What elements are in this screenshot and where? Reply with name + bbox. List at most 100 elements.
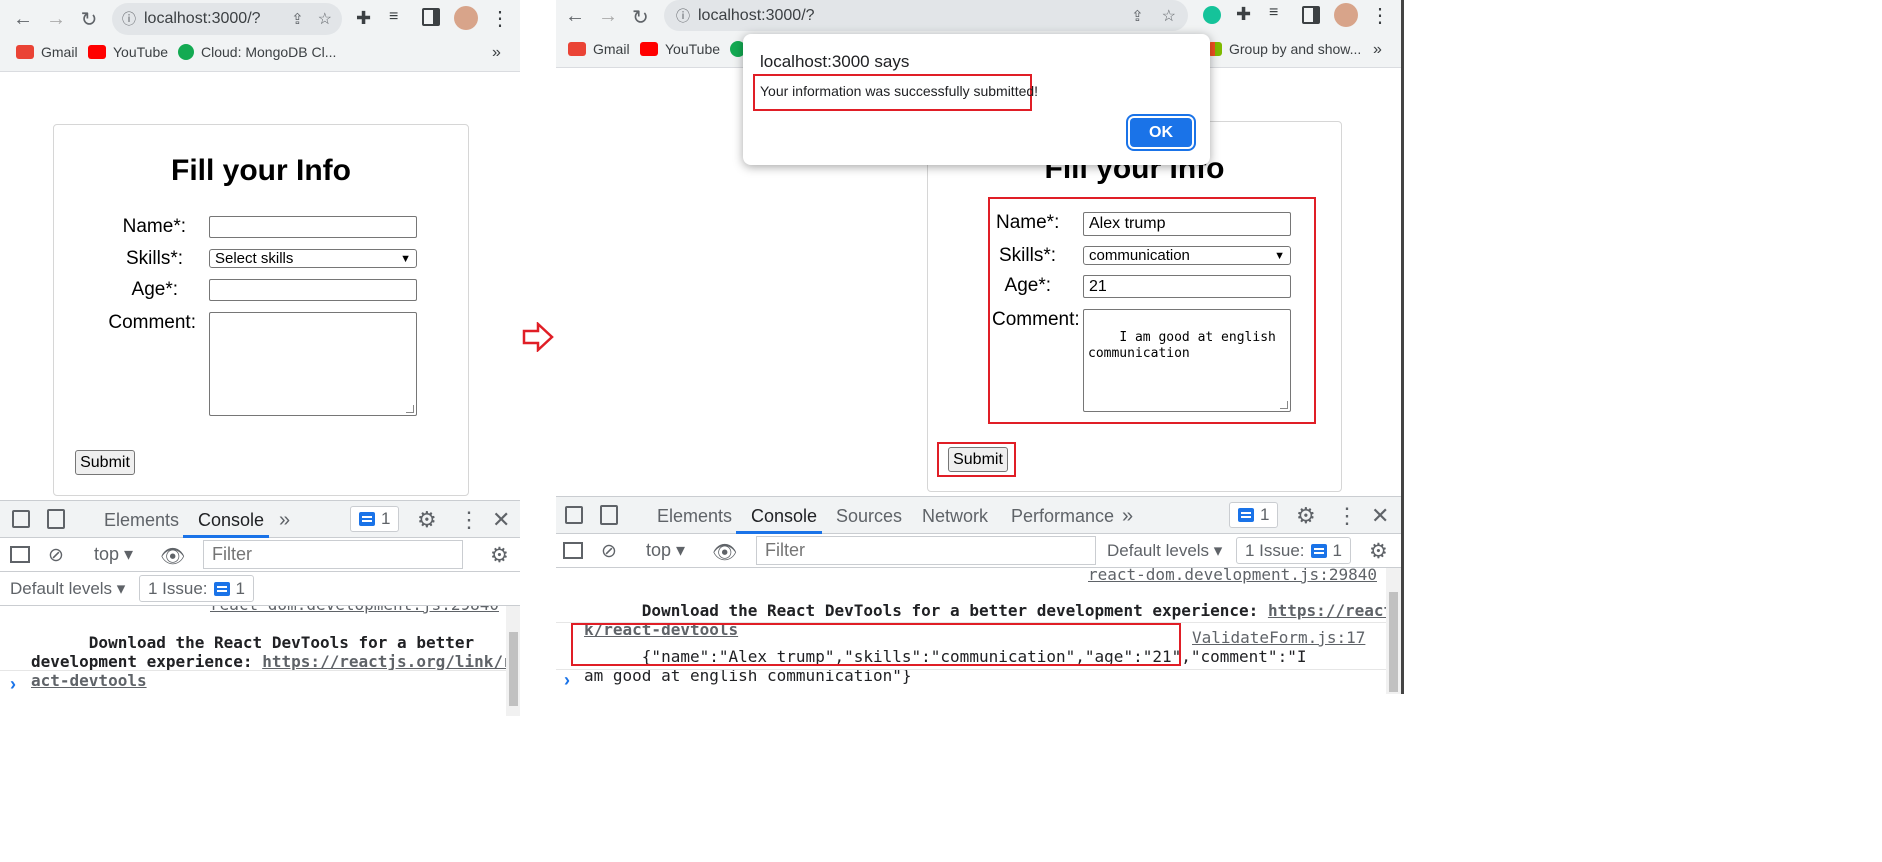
console-toolbar-2: Default levels ▾ 1 Issue: 1 bbox=[0, 572, 520, 606]
console-settings-icon[interactable]: ⚙ bbox=[1369, 539, 1388, 564]
avatar[interactable] bbox=[1334, 3, 1358, 27]
star-icon[interactable]: ☆ bbox=[1162, 6, 1176, 26]
context-selector[interactable]: top ▾ bbox=[94, 544, 133, 565]
inspect-icon[interactable] bbox=[12, 510, 30, 528]
console-output: react-dom.development.js:29840 Download … bbox=[556, 568, 1401, 694]
chevron-down-icon: ▼ bbox=[1274, 249, 1285, 262]
menu-icon[interactable]: ⋮ bbox=[490, 6, 510, 31]
tab-elements[interactable]: Elements bbox=[104, 510, 179, 531]
sidebar-toggle-icon[interactable] bbox=[563, 542, 583, 559]
grammarly-icon[interactable] bbox=[1203, 6, 1221, 24]
name-input[interactable] bbox=[209, 216, 417, 238]
avatar[interactable] bbox=[454, 6, 478, 30]
bookmark-gmail[interactable]: Gmail bbox=[16, 44, 78, 60]
age-input[interactable]: 21 bbox=[1083, 275, 1291, 298]
device-toolbar-icon[interactable] bbox=[47, 509, 65, 529]
clear-console-icon[interactable]: ⊘ bbox=[48, 544, 64, 567]
tab-sources[interactable]: Sources bbox=[836, 506, 902, 527]
kebab-menu-icon[interactable]: ⋮ bbox=[1336, 503, 1358, 529]
issues-badge[interactable]: 1 Issue: 1 bbox=[1236, 537, 1352, 564]
settings-gear-icon[interactable]: ⚙ bbox=[417, 507, 437, 533]
tab-network[interactable]: Network bbox=[922, 506, 988, 527]
default-levels-dropdown[interactable]: Default levels ▾ bbox=[1107, 541, 1222, 561]
forward-icon[interactable]: → bbox=[598, 5, 618, 28]
menu-icon[interactable]: ⋮ bbox=[1370, 3, 1390, 28]
age-input[interactable] bbox=[209, 279, 417, 301]
tab-console[interactable]: Console bbox=[198, 510, 264, 531]
alert-dialog: localhost:3000 says Your information was… bbox=[743, 34, 1210, 165]
more-tabs-icon[interactable]: » bbox=[279, 509, 290, 532]
name-label: Name*: bbox=[996, 212, 1060, 233]
submit-button[interactable]: Submit bbox=[75, 450, 135, 475]
dialog-title: localhost:3000 says bbox=[760, 52, 910, 71]
eye-icon[interactable]: 👁 bbox=[160, 544, 185, 569]
sidepanel-icon[interactable] bbox=[422, 8, 440, 26]
star-icon[interactable]: ☆ bbox=[318, 9, 332, 29]
tab-elements[interactable]: Elements bbox=[657, 506, 732, 527]
default-levels-dropdown[interactable]: Default levels ▾ bbox=[10, 579, 125, 599]
address-bar[interactable]: ⓘ localhost:3000/? ⇪ ☆ bbox=[112, 3, 342, 35]
info-icon: ⓘ bbox=[676, 7, 690, 24]
bookmarks-overflow-icon[interactable]: » bbox=[492, 44, 501, 62]
bookmarks-overflow-icon[interactable]: » bbox=[1373, 41, 1382, 59]
submit-button[interactable]: Submit bbox=[948, 447, 1008, 472]
messages-badge[interactable]: 1 bbox=[350, 506, 400, 532]
bookmark-gmail[interactable]: Gmail bbox=[568, 41, 630, 57]
comment-textarea[interactable] bbox=[209, 312, 417, 416]
extensions-icon[interactable]: ✚ bbox=[356, 8, 371, 29]
address-bar[interactable]: ⓘ localhost:3000/? ⇪ ☆ bbox=[664, 0, 1188, 31]
console-scrollbar[interactable] bbox=[506, 606, 520, 716]
forward-icon[interactable]: → bbox=[45, 8, 67, 30]
console-settings-icon[interactable]: ⚙ bbox=[490, 543, 509, 568]
filter-input[interactable] bbox=[756, 536, 1096, 565]
console-prompt-icon[interactable]: › bbox=[564, 670, 570, 691]
skills-select[interactable]: communication ▼ bbox=[1083, 246, 1291, 265]
bookmark-youtube[interactable]: YouTube bbox=[88, 44, 168, 60]
media-icon[interactable]: ≡ bbox=[389, 8, 398, 26]
media-icon[interactable]: ≡ bbox=[1269, 4, 1278, 22]
tab-performance[interactable]: Performance bbox=[1011, 506, 1114, 527]
console-prompt-icon[interactable]: › bbox=[10, 674, 16, 695]
devtools-link[interactable]: https://reactjs.org/lin bbox=[1268, 601, 1401, 620]
resize-grip-icon[interactable] bbox=[1280, 401, 1288, 409]
bookmark-mongodb[interactable]: Cloud: MongoDB Cl... bbox=[178, 44, 336, 60]
name-input[interactable]: Alex trump bbox=[1083, 212, 1291, 236]
kebab-menu-icon[interactable]: ⋮ bbox=[458, 507, 480, 533]
close-icon[interactable]: ✕ bbox=[492, 507, 510, 533]
ok-button[interactable]: OK bbox=[1130, 118, 1192, 147]
tab-console[interactable]: Console bbox=[751, 506, 817, 527]
share-icon[interactable]: ⇪ bbox=[291, 10, 304, 28]
context-selector[interactable]: top ▾ bbox=[646, 540, 685, 561]
log-source-link[interactable]: react-dom.development.js:29840 bbox=[210, 606, 499, 614]
extensions-icon[interactable]: ✚ bbox=[1236, 4, 1251, 25]
dialog-message: Your information was successfully submit… bbox=[760, 83, 1039, 99]
device-toolbar-icon[interactable] bbox=[600, 505, 618, 525]
clear-console-icon[interactable]: ⊘ bbox=[601, 540, 617, 563]
eye-icon[interactable]: 👁 bbox=[712, 540, 737, 565]
right-browser: ← → ↻ ⓘ localhost:3000/? ⇪ ☆ ✚ ≡ ⋮ Gmail… bbox=[556, 0, 1404, 694]
back-icon[interactable]: ← bbox=[12, 8, 34, 30]
filter-input[interactable] bbox=[203, 540, 463, 569]
back-icon[interactable]: ← bbox=[565, 5, 585, 28]
console-scrollbar[interactable] bbox=[1386, 568, 1401, 694]
devtools-link[interactable]: https://reactjs.org/link/re bbox=[262, 652, 520, 671]
reload-icon[interactable]: ↻ bbox=[632, 5, 649, 30]
devtools-link-cont[interactable]: act-devtools bbox=[31, 671, 147, 690]
settings-gear-icon[interactable]: ⚙ bbox=[1296, 503, 1316, 529]
close-icon[interactable]: ✕ bbox=[1371, 503, 1389, 529]
skills-select[interactable]: Select skills ▼ bbox=[209, 249, 417, 268]
validateform-source-link[interactable]: ValidateForm.js:17 bbox=[1192, 628, 1365, 647]
comment-textarea[interactable]: I am good at english communication bbox=[1083, 309, 1291, 412]
more-tabs-icon[interactable]: » bbox=[1122, 505, 1133, 528]
reload-icon[interactable]: ↻ bbox=[78, 8, 100, 31]
console-output: react-dom.development.js:29840 Download … bbox=[0, 606, 520, 716]
inspect-icon[interactable] bbox=[565, 506, 583, 524]
sidebar-toggle-icon[interactable] bbox=[10, 546, 30, 563]
share-icon[interactable]: ⇪ bbox=[1131, 7, 1144, 25]
bookmark-group-by[interactable]: Group by and show... bbox=[1208, 41, 1361, 57]
sidepanel-icon[interactable] bbox=[1302, 6, 1320, 24]
issues-badge[interactable]: 1 Issue: 1 bbox=[139, 575, 255, 602]
bookmark-youtube[interactable]: YouTube bbox=[640, 41, 720, 57]
resize-grip-icon[interactable] bbox=[406, 405, 414, 413]
messages-badge[interactable]: 1 bbox=[1229, 502, 1279, 528]
